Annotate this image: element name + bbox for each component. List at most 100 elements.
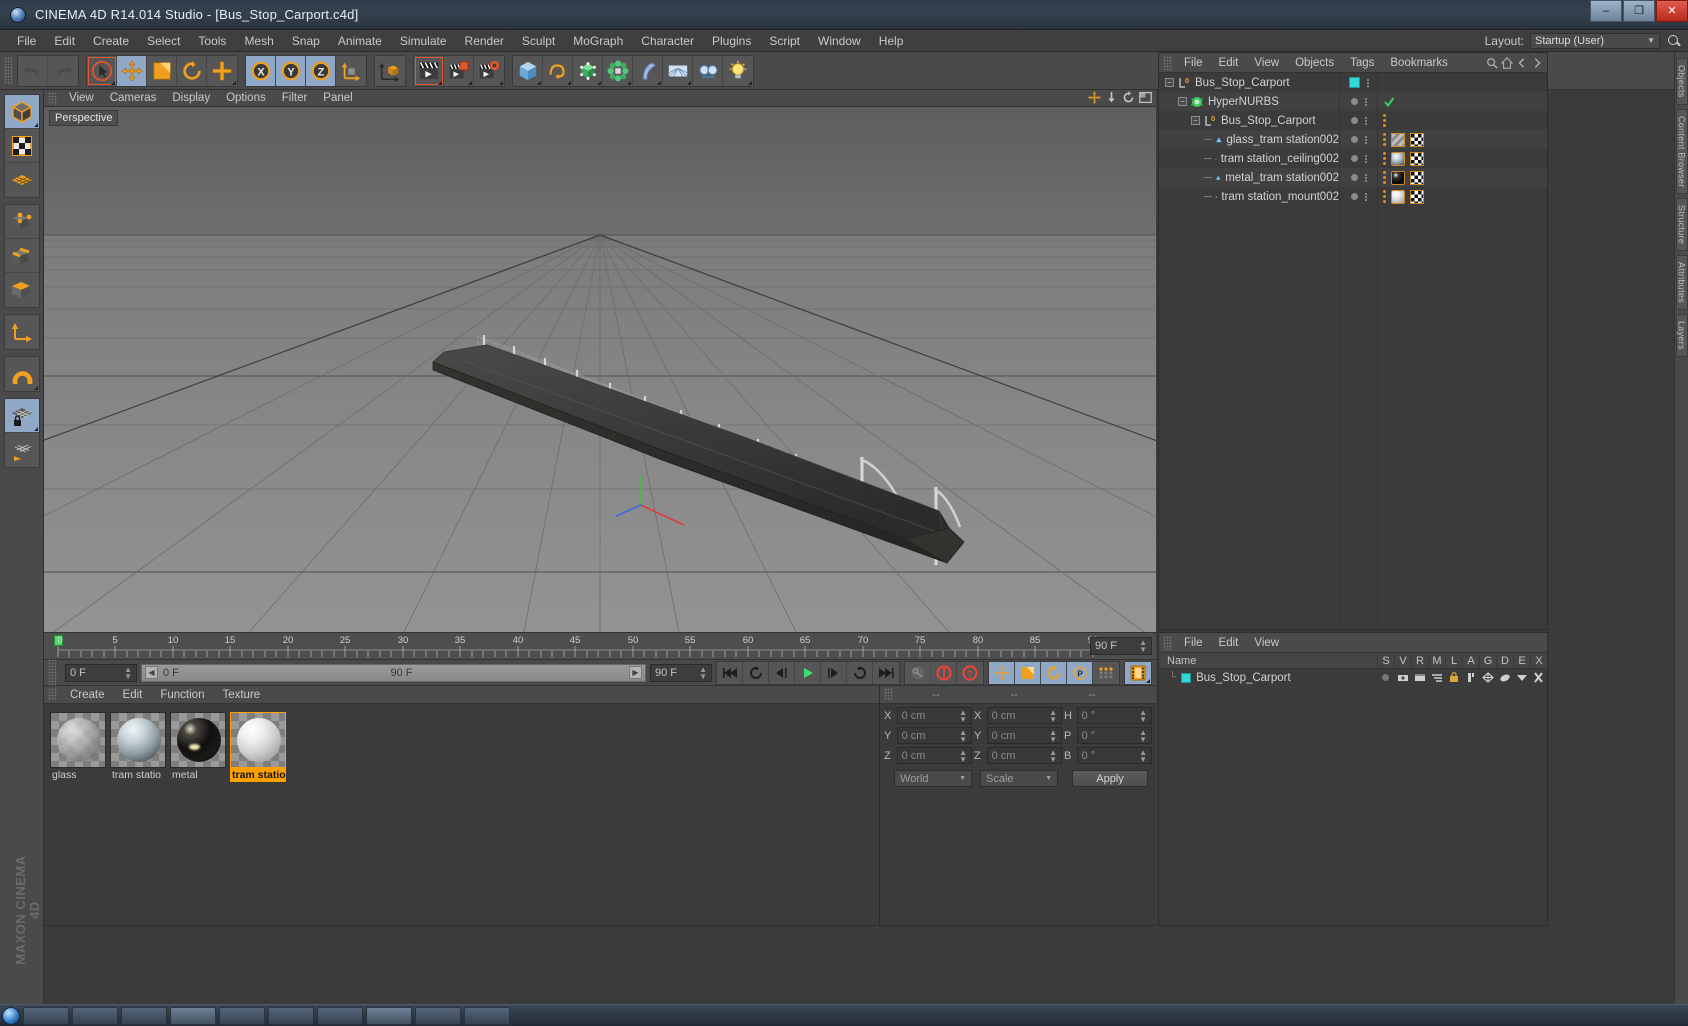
- position-x-field[interactable]: 0 cm ▲ ▼: [896, 707, 972, 724]
- object-menu-tags[interactable]: Tags: [1342, 56, 1382, 70]
- viewport-canvas[interactable]: Perspective: [44, 107, 1156, 632]
- object-row-metal[interactable]: ─ metal_tram station002: [1159, 168, 1339, 187]
- visibility-dot-icon[interactable]: [1350, 155, 1358, 162]
- taskbar-item[interactable]: [23, 1006, 69, 1025]
- material-menu-edit[interactable]: Edit: [114, 688, 152, 702]
- tag-row[interactable]: [1378, 168, 1547, 187]
- keyframe-help-button[interactable]: ?: [957, 661, 983, 684]
- visibility-dots-icon[interactable]: [1364, 116, 1367, 125]
- menu-sculpt[interactable]: Sculpt: [513, 32, 564, 50]
- material-item[interactable]: tram statio: [110, 712, 166, 782]
- visibility-dot-icon[interactable]: [1350, 117, 1358, 124]
- play-forward-button[interactable]: [795, 661, 821, 684]
- material-menu-grip[interactable]: [48, 688, 57, 701]
- timeline-ruler[interactable]: 0 5 10 15 20 25 30 35 40 45 50 55 60 65 70 75 80 85 …: [44, 632, 1156, 660]
- scale-tool-button[interactable]: [147, 55, 177, 86]
- render-view-button[interactable]: [414, 55, 444, 86]
- layer-cell-view[interactable]: [1394, 673, 1411, 683]
- tag-dots-icon[interactable]: [1383, 152, 1386, 165]
- model-mode-button[interactable]: [4, 95, 39, 129]
- dolly-view-icon[interactable]: [1105, 91, 1118, 104]
- layer-menu-view[interactable]: View: [1246, 636, 1287, 650]
- render-region-button[interactable]: [444, 55, 474, 86]
- move-tool-button[interactable]: [117, 55, 147, 86]
- rotation-key-button[interactable]: [1041, 661, 1067, 684]
- spinner-icon[interactable]: ▲ ▼: [959, 748, 967, 763]
- dock-tab-attributes[interactable]: Attributes: [1675, 255, 1688, 311]
- position-key-button[interactable]: [989, 661, 1015, 684]
- apply-button[interactable]: Apply: [1072, 770, 1148, 787]
- layer-menu-edit[interactable]: Edit: [1211, 636, 1247, 650]
- layer-cell-deformer[interactable]: [1496, 672, 1513, 683]
- rotation-p-field[interactable]: 0 ° ▲ ▼: [1076, 727, 1152, 744]
- rotation-h-field[interactable]: 0 ° ▲ ▼: [1076, 707, 1152, 724]
- ceiling-material-tag[interactable]: [1391, 151, 1405, 166]
- spinner-icon[interactable]: ▲ ▼: [1139, 748, 1147, 763]
- layer-color-swatch[interactable]: [1181, 672, 1192, 683]
- back-icon[interactable]: [1516, 57, 1528, 69]
- taskbar-item[interactable]: [464, 1006, 510, 1025]
- material-thumbnail[interactable]: [170, 712, 226, 768]
- range-right-button[interactable]: ▶: [628, 666, 642, 679]
- dock-tab-layers[interactable]: Layers: [1675, 314, 1688, 358]
- spinner-icon[interactable]: ▲ ▼: [1139, 728, 1147, 743]
- start-button[interactable]: [2, 1006, 20, 1025]
- dock-tab-objects[interactable]: Objects: [1675, 58, 1688, 105]
- viewport-menu-view[interactable]: View: [61, 91, 102, 105]
- object-row-hypernurbs[interactable]: − HyperNURBS: [1159, 92, 1339, 111]
- expander-toggle[interactable]: −: [1191, 116, 1200, 125]
- material-item[interactable]: metal: [170, 712, 226, 782]
- material-item[interactable]: glass: [50, 712, 106, 782]
- taskbar-item[interactable]: [366, 1006, 412, 1025]
- close-button[interactable]: ✕: [1656, 0, 1688, 22]
- autokey-button[interactable]: [905, 661, 931, 684]
- coordinate-system-dropdown[interactable]: World ▼: [894, 770, 972, 787]
- object-manager-grip[interactable]: [1163, 55, 1172, 70]
- axis-mode-button[interactable]: [4, 315, 39, 349]
- edges-mode-button[interactable]: [4, 239, 39, 273]
- material-menu-create[interactable]: Create: [61, 688, 114, 702]
- nurbs-button[interactable]: [573, 55, 603, 86]
- object-row-glass[interactable]: ─ glass_tram station002: [1159, 130, 1339, 149]
- taskbar-item[interactable]: [415, 1006, 461, 1025]
- y-axis-lock-button[interactable]: Y: [276, 55, 306, 86]
- workplane-button[interactable]: [4, 433, 39, 467]
- uv-tag[interactable]: [1410, 170, 1424, 185]
- object-menu-objects[interactable]: Objects: [1287, 56, 1342, 70]
- menu-tools[interactable]: Tools: [189, 32, 235, 50]
- spinner-icon[interactable]: ▲ ▼: [699, 665, 707, 680]
- menu-snap[interactable]: Snap: [283, 32, 329, 50]
- tag-dots-icon[interactable]: [1383, 133, 1386, 146]
- reload-button[interactable]: [847, 661, 873, 684]
- dock-tab-content-browser[interactable]: Content Browser: [1675, 108, 1688, 195]
- maximize-view-icon[interactable]: [1139, 91, 1152, 104]
- object-menu-file[interactable]: File: [1176, 56, 1211, 70]
- layer-name-cell[interactable]: └ Bus_Stop_Carport: [1159, 672, 1377, 684]
- undo-button[interactable]: [18, 55, 48, 86]
- viewport-menu-filter[interactable]: Filter: [274, 91, 316, 105]
- expander-toggle[interactable]: −: [1178, 97, 1187, 106]
- cube-primitive-button[interactable]: [513, 55, 543, 86]
- viewport-menu-options[interactable]: Options: [218, 91, 274, 105]
- layer-cell-animation[interactable]: [1462, 672, 1479, 683]
- object-row-ceiling[interactable]: ─ tram station_ceiling002: [1159, 149, 1339, 168]
- array-button[interactable]: [603, 55, 633, 86]
- visibility-dot-icon[interactable]: [1350, 98, 1358, 105]
- visibility-row[interactable]: [1340, 111, 1377, 130]
- coordinate-mode-dropdown[interactable]: Scale ▼: [980, 770, 1058, 787]
- position-z-field[interactable]: 0 cm ▲ ▼: [896, 747, 972, 764]
- timeline-button[interactable]: [1125, 661, 1151, 684]
- loop-button[interactable]: [743, 661, 769, 684]
- points-mode-button[interactable]: [4, 205, 39, 239]
- param-key-button[interactable]: P: [1067, 661, 1093, 684]
- spinner-icon[interactable]: ▲ ▼: [1139, 708, 1147, 723]
- point-level-key-button[interactable]: [1093, 661, 1119, 684]
- texture-mode-button[interactable]: [4, 129, 39, 163]
- visibility-dots-icon[interactable]: [1364, 97, 1367, 106]
- visibility-dots-icon[interactable]: [1364, 154, 1367, 163]
- tag-dots-icon[interactable]: [1383, 114, 1386, 127]
- position-y-field[interactable]: 0 cm ▲ ▼: [896, 727, 972, 744]
- visibility-row[interactable]: [1340, 187, 1377, 206]
- layer-cell-solo[interactable]: [1377, 674, 1394, 681]
- object-row-child-null[interactable]: − 0 Bus_Stop_Carport: [1159, 111, 1339, 130]
